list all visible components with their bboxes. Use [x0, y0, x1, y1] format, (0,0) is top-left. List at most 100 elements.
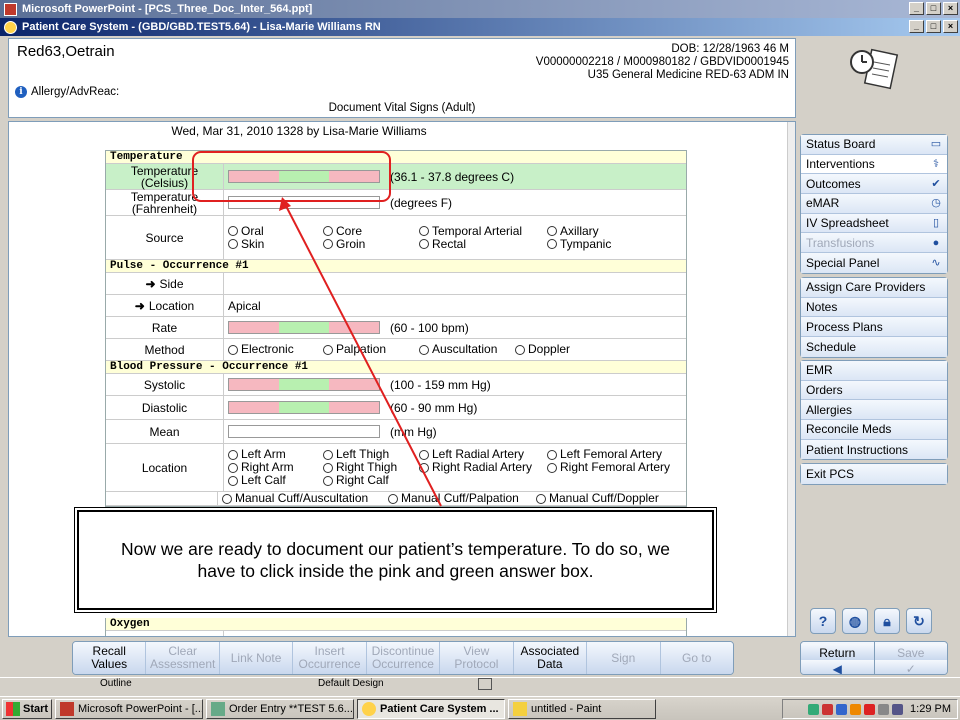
globe-icon[interactable]: ◍ [842, 608, 868, 634]
monitor-icon[interactable] [892, 703, 904, 715]
instruction-callout: Now we are ready to document our patient… [74, 507, 717, 613]
return-button[interactable]: Return ◀ [801, 642, 874, 674]
windows-taskbar: Start Microsoft PowerPoint - [... Order … [0, 696, 960, 720]
taskbar-clock: 1:29 PM [910, 703, 951, 715]
refresh-icon[interactable]: ↻ [906, 608, 932, 634]
arrow-left-icon: ◀ [801, 660, 874, 674]
sidebar-item-iv-spreadsheet[interactable]: IV Spreadsheet ▯ [801, 213, 947, 234]
help-icon[interactable]: ? [810, 608, 836, 634]
return-label: Return [801, 644, 874, 660]
sidebar-item-label: Patient Instructions [806, 442, 909, 457]
pcs-icon [362, 701, 376, 716]
powerpoint-icon [60, 701, 74, 716]
n-app-icon[interactable] [864, 703, 876, 715]
sidebar-item-label: Outcomes [806, 176, 861, 191]
go-to-button[interactable]: Go to [660, 642, 733, 674]
start-label: Start [23, 702, 49, 715]
sidebar-item-transfusions[interactable]: Transfusions ● [801, 233, 947, 254]
system-tray: 1:29 PM [782, 699, 958, 719]
start-button[interactable]: Start [2, 698, 52, 719]
save-label: Save [874, 644, 947, 660]
task-paint-label: untitled - Paint [531, 702, 602, 715]
task-order-entry[interactable]: Order Entry **TEST 5.6... [206, 698, 354, 719]
sidebar-group-care: Assign Care Providers Notes Process Plans S… [800, 277, 948, 358]
sidebar-item-patient-instructions[interactable]: Patient Instructions [801, 439, 947, 460]
task-powerpoint-label: Microsoft PowerPoint - [... [78, 702, 203, 715]
sidebar-item-label: Notes [806, 300, 838, 315]
sidebar-item-special-panel[interactable]: Special Panel ∿ [801, 253, 947, 273]
clock-clipboard-icon: ◷ [931, 197, 941, 210]
view-protocol-button[interactable]: View Protocol [440, 642, 514, 674]
outline-tab[interactable]: Outline [100, 678, 132, 689]
sidebar-item-label: Reconcile Meds [806, 422, 892, 437]
sidebar-item-interventions[interactable]: Interventions ⚕ [801, 154, 947, 175]
task-paint[interactable]: untitled - Paint [508, 698, 656, 719]
sidebar-item-label: Orders [806, 383, 843, 398]
sidebar-item-assign-care-providers[interactable]: Assign Care Providers [801, 278, 947, 298]
sidebar-item-label: Special Panel [806, 255, 880, 270]
sidebar-item-label: Allergies [806, 402, 853, 417]
network-icon[interactable] [808, 703, 820, 715]
powerpoint-view-bar: Outline Default Design [0, 677, 960, 691]
sidebar-item-label: Process Plans [806, 319, 883, 334]
sidebar-group-clinical: Status Board ▭ Interventions ⚕ Outcomes ✔ eMAR… [800, 134, 948, 274]
sidebar-item-label: Status Board [806, 137, 876, 152]
sidebar-item-label: Assign Care Providers [806, 280, 926, 295]
clear-assessment-button[interactable]: Clear Assessment [146, 642, 220, 674]
update-icon[interactable] [850, 703, 862, 715]
task-patient-care[interactable]: Patient Care System ... [357, 698, 505, 719]
sidebar-item-emar[interactable]: eMAR ◷ [801, 194, 947, 214]
annotation-highlight-box [192, 151, 391, 202]
sidebar-item-reconcile-meds[interactable]: Reconcile Meds [801, 420, 947, 440]
heartbeat-icon: ∿ [931, 256, 941, 269]
sidebar-item-label: EMR [806, 363, 833, 378]
book-icon: ▭ [930, 138, 942, 151]
save-button[interactable]: Save ✓ [873, 642, 947, 674]
sidebar-item-emr[interactable]: EMR [801, 361, 947, 381]
sidebar-item-label: Transfusions [806, 235, 875, 250]
volume-icon[interactable] [878, 703, 890, 715]
instruction-callout-text: Now we are ready to document our patient… [121, 539, 670, 581]
sidebar-item-exit-pcs[interactable]: Exit PCS [801, 464, 947, 484]
associated-data-button[interactable]: Associated Data [513, 642, 588, 674]
blood-drop-icon: ● [932, 236, 940, 249]
iv-bag-icon: ▯ [932, 217, 940, 230]
security-icon[interactable] [822, 703, 834, 715]
sidebar-item-orders[interactable]: Orders [801, 380, 947, 401]
windows-logo-icon [6, 701, 20, 716]
pills-icon: ⚕ [933, 158, 939, 171]
insert-occurrence-button[interactable]: Insert Occurrence [293, 642, 367, 674]
sidebar-item-status-board[interactable]: Status Board ▭ [801, 135, 947, 155]
link-note-button[interactable]: Link Note [219, 642, 294, 674]
sidebar-group-records: EMR Orders Allergies Reconcile Meds Patient … [800, 360, 948, 461]
return-save-bar: Return ◀ Save ✓ [800, 641, 948, 675]
checkmark-icon: ✓ [874, 660, 947, 674]
sidebar-item-allergies[interactable]: Allergies [801, 400, 947, 421]
sidebar-item-label: eMAR [806, 196, 840, 211]
order-entry-icon [211, 701, 225, 716]
discontinue-occurrence-button[interactable]: Discontinue Occurrence [366, 642, 441, 674]
task-powerpoint[interactable]: Microsoft PowerPoint - [... [55, 698, 203, 719]
sidebar-item-label: Exit PCS [806, 466, 855, 481]
annotation-arrowhead [279, 197, 291, 211]
sidebar-item-schedule[interactable]: Schedule [801, 337, 947, 357]
sign-button[interactable]: Sign [587, 642, 661, 674]
sidebar-tool-buttons: ? ◍ 🔒︎ ↻ [810, 608, 932, 634]
sidebar-item-notes[interactable]: Notes [801, 297, 947, 318]
sidebar-item-label: IV Spreadsheet [806, 216, 889, 231]
check-clipboard-icon: ✔ [931, 177, 941, 190]
language-icon [478, 678, 492, 690]
annotation-pointer-line [284, 203, 442, 507]
task-order-entry-label: Order Entry **TEST 5.6... [229, 702, 353, 715]
sidebar-item-outcomes[interactable]: Outcomes ✔ [801, 174, 947, 195]
sidebar-item-label: Schedule [806, 339, 857, 354]
sidebar-item-label: Interventions [806, 157, 875, 172]
design-label: Default Design [318, 678, 384, 689]
antivirus-icon[interactable] [836, 703, 848, 715]
lock-icon[interactable]: 🔒︎ [874, 608, 900, 634]
recall-values-button[interactable]: Recall Values [73, 642, 147, 674]
sidebar-group-exit: Exit PCS [800, 463, 948, 485]
sidebar-item-process-plans[interactable]: Process Plans [801, 317, 947, 338]
bottom-action-toolbar: Recall Values Clear Assessment Link Note In… [72, 641, 734, 675]
task-patient-care-label: Patient Care System ... [380, 702, 499, 715]
